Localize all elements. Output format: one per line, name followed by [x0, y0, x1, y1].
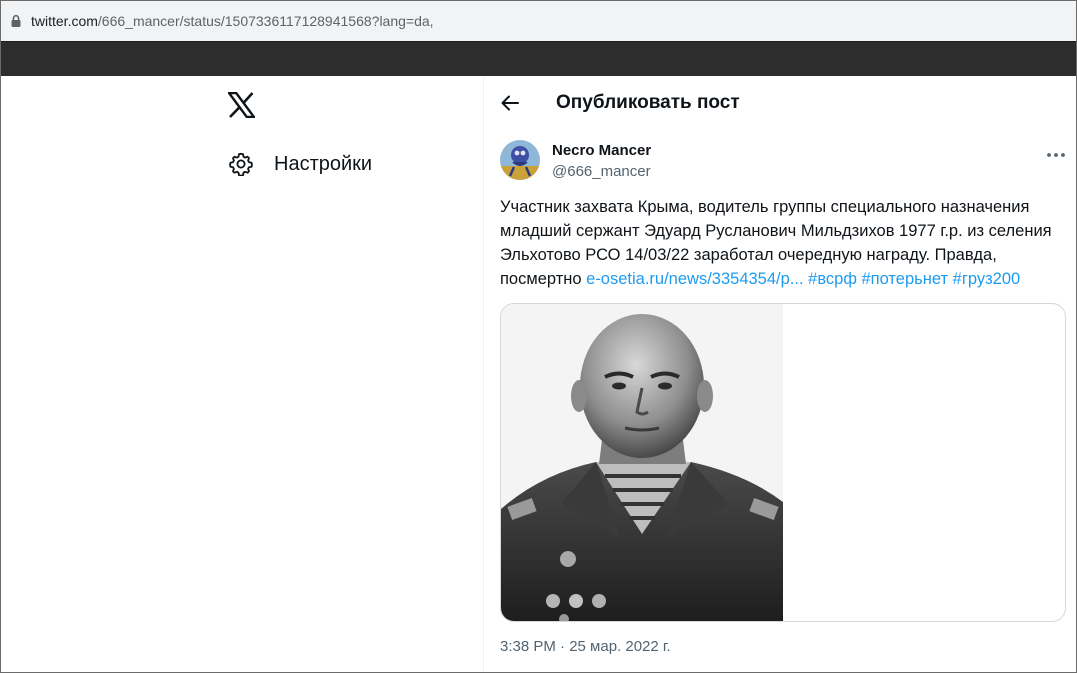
hashtag-link[interactable]: #потерьнет	[862, 270, 949, 288]
hashtag-link[interactable]: #груз200	[953, 270, 1021, 288]
author-row: Necro Mancer @666_mancer	[500, 140, 1068, 184]
page-title: Опубликовать пост	[556, 92, 740, 113]
address-bar[interactable]: twitter.com/666_mancer/status/1507336117…	[1, 1, 1076, 41]
post-media[interactable]	[500, 303, 1066, 622]
hashtag-link[interactable]: #всрф	[808, 270, 857, 288]
gear-icon	[229, 152, 253, 176]
back-button[interactable]	[498, 91, 522, 115]
post-link[interactable]: e-osetia.ru/news/3354354/р...	[586, 270, 803, 288]
ellipsis-icon	[1047, 153, 1065, 157]
avatar[interactable]	[500, 140, 540, 180]
lock-icon	[11, 14, 21, 27]
more-options-button[interactable]	[1044, 144, 1068, 166]
author-handle[interactable]: @666_mancer	[552, 163, 651, 180]
url-path: /666_mancer/status/1507336117128941568?l…	[97, 13, 434, 29]
post-text-prefix: посмертно	[500, 270, 587, 288]
post-text-line: младший сержант Эдуард Русланович Мильдз…	[500, 222, 1052, 240]
post-text: Участник захвата Крыма, водитель группы …	[500, 195, 1066, 291]
arrow-left-icon	[501, 95, 519, 111]
post-timestamp[interactable]: 3:38 PM · 25 мар. 2022 г.	[500, 638, 671, 655]
avatar-image	[500, 140, 540, 180]
sidebar-item-label: Настройки	[274, 152, 373, 175]
url-text[interactable]: twitter.com/666_mancer/status/1507336117…	[31, 12, 434, 30]
page: Настройки Опубликовать пост Necro Mancer…	[1, 76, 1076, 672]
url-host: twitter.com	[31, 13, 98, 29]
post-text-line: Эльхотово РСО 14/03/22 заработал очередн…	[500, 246, 997, 264]
post-text-line: Участник захвата Крыма, водитель группы …	[500, 198, 1030, 216]
post-text-line-last: посмертно e-osetia.ru/news/3354354/р... …	[500, 267, 1066, 291]
sidebar-item-settings[interactable]: Настройки	[223, 146, 378, 182]
browser-window: twitter.com/666_mancer/status/1507336117…	[0, 0, 1077, 673]
portrait-photo	[501, 304, 783, 621]
x-logo-icon[interactable]	[228, 92, 255, 118]
author-name[interactable]: Necro Mancer	[552, 142, 651, 159]
browser-toolbar	[1, 41, 1076, 76]
sidebar: Настройки	[1, 76, 483, 672]
post-header: Опубликовать пост	[484, 76, 1076, 130]
main-column: Опубликовать пост Necro Mancer @666_manc…	[484, 76, 1076, 672]
